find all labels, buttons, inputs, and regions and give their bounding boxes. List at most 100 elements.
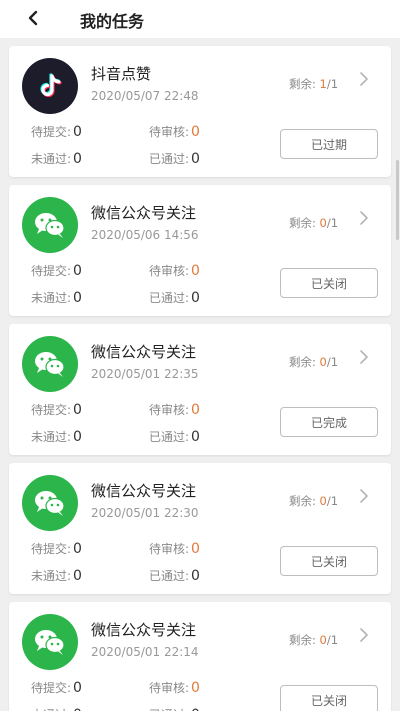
- chevron-right-icon[interactable]: [356, 349, 372, 365]
- stat-value: 0: [191, 263, 200, 279]
- task-time: 2020/05/01 22:35: [91, 367, 199, 381]
- stat-label: 未通过:: [31, 569, 72, 583]
- remain-done: 1: [319, 77, 327, 91]
- remain-count: 剩余: 1/1: [289, 76, 338, 92]
- task-card[interactable]: 微信公众号关注 2020/05/06 14:56 剩余: 0/1 待提交: 0 待审核: 0…: [9, 185, 391, 316]
- stat-value: 0: [73, 680, 82, 696]
- wechat-icon: [22, 475, 78, 531]
- stat-label: 待提交:: [31, 403, 72, 417]
- stat-passed: 已通过:0: [149, 567, 200, 584]
- task-title: 微信公众号关注: [91, 343, 197, 361]
- stat-value: 0: [73, 402, 82, 418]
- task-title: 微信公众号关注: [91, 482, 197, 500]
- stat-label: 待提交:: [31, 125, 72, 139]
- remain-label: 剩余:: [289, 77, 316, 91]
- remain-total: /1: [326, 494, 339, 508]
- stat-submit-pending: 待提交: 0: [31, 262, 82, 279]
- stat-review-pending: 待审核: 0: [149, 262, 200, 279]
- task-card[interactable]: 微信公众号关注 2020/05/01 22:14 剩余: 0/1 待提交: 0 待审核: 0…: [9, 602, 391, 711]
- remain-count: 剩余: 0/1: [289, 354, 338, 370]
- remain-total: /1: [326, 77, 339, 91]
- chevron-right-icon[interactable]: [356, 627, 372, 643]
- remain-count: 剩余: 0/1: [289, 215, 338, 231]
- status-button[interactable]: 已完成: [280, 407, 378, 437]
- task-title: 抖音点赞: [91, 65, 152, 83]
- stat-label: 已通过:: [149, 430, 190, 444]
- stat-submit-pending: 待提交: 0: [31, 679, 82, 696]
- task-card[interactable]: 微信公众号关注 2020/05/01 22:30 剩余: 0/1 待提交: 0 待审核: 0…: [9, 463, 391, 594]
- remain-label: 剩余:: [289, 216, 316, 230]
- stat-value: 0: [73, 124, 82, 140]
- stat-value: 0: [191, 707, 200, 711]
- remain-total: /1: [326, 355, 339, 369]
- scrollbar[interactable]: [396, 160, 399, 240]
- status-button[interactable]: 已关闭: [280, 268, 378, 298]
- stat-not-passed: 未通过:0: [31, 428, 82, 445]
- stat-submit-pending: 待提交: 0: [31, 540, 82, 557]
- stat-label: 已通过:: [149, 291, 190, 305]
- stat-review-pending: 待审核: 0: [149, 401, 200, 418]
- stat-passed: 已通过:0: [149, 428, 200, 445]
- stat-value: 0: [73, 290, 82, 306]
- wechat-icon: [22, 336, 78, 392]
- task-time: 2020/05/07 22:48: [91, 89, 199, 103]
- chevron-right-icon[interactable]: [356, 488, 372, 504]
- wechat-icon: [22, 197, 78, 253]
- stat-review-pending: 待审核: 0: [149, 540, 200, 557]
- remain-total: /1: [326, 633, 339, 647]
- stat-value: 0: [191, 151, 200, 167]
- task-card[interactable]: 抖音点赞 2020/05/07 22:48 剩余: 1/1 待提交: 0 待审核: 0 未通过…: [9, 46, 391, 177]
- status-button[interactable]: 已过期: [280, 129, 378, 159]
- remain-done: 0: [319, 216, 327, 230]
- stat-label: 未通过:: [31, 152, 72, 166]
- stat-value: 0: [73, 541, 82, 557]
- stat-label: 待提交:: [31, 542, 72, 556]
- task-time: 2020/05/01 22:30: [91, 506, 199, 520]
- header-bar: 我的任务: [0, 0, 400, 38]
- stat-review-pending: 待审核: 0: [149, 123, 200, 140]
- stat-label: 未通过:: [31, 430, 72, 444]
- status-button[interactable]: 已关闭: [280, 546, 378, 576]
- stat-not-passed: 未通过:0: [31, 706, 82, 711]
- stat-not-passed: 未通过:0: [31, 150, 82, 167]
- status-button[interactable]: 已关闭: [280, 685, 378, 711]
- remain-label: 剩余:: [289, 633, 316, 647]
- stat-value: 0: [191, 541, 200, 557]
- stat-label: 待审核:: [149, 542, 190, 556]
- task-list[interactable]: 抖音点赞 2020/05/07 22:48 剩余: 1/1 待提交: 0 待审核: 0 未通过…: [0, 38, 400, 711]
- wechat-icon: [22, 614, 78, 670]
- stat-passed: 已通过:0: [149, 289, 200, 306]
- stat-value: 0: [191, 680, 200, 696]
- chevron-right-icon[interactable]: [356, 71, 372, 87]
- stat-value: 0: [191, 124, 200, 140]
- chevron-left-icon[interactable]: [24, 9, 42, 27]
- stat-review-pending: 待审核: 0: [149, 679, 200, 696]
- stat-value: 0: [191, 429, 200, 445]
- stat-submit-pending: 待提交: 0: [31, 123, 82, 140]
- stat-label: 未通过:: [31, 291, 72, 305]
- stat-passed: 已通过:0: [149, 150, 200, 167]
- task-time: 2020/05/01 22:14: [91, 645, 199, 659]
- stat-value: 0: [73, 429, 82, 445]
- task-title: 微信公众号关注: [91, 621, 197, 639]
- stat-submit-pending: 待提交: 0: [31, 401, 82, 418]
- stat-value: 0: [73, 568, 82, 584]
- tiktok-icon: [22, 58, 78, 114]
- stat-not-passed: 未通过:0: [31, 289, 82, 306]
- chevron-right-icon[interactable]: [356, 210, 372, 226]
- task-title: 微信公众号关注: [91, 204, 197, 222]
- remain-count: 剩余: 0/1: [289, 493, 338, 509]
- remain-label: 剩余:: [289, 494, 316, 508]
- remain-label: 剩余:: [289, 355, 316, 369]
- stat-value: 0: [191, 290, 200, 306]
- stat-label: 已通过:: [149, 569, 190, 583]
- stat-label: 待审核:: [149, 681, 190, 695]
- stat-passed: 已通过:0: [149, 706, 200, 711]
- stat-value: 0: [73, 151, 82, 167]
- stat-value: 0: [191, 568, 200, 584]
- task-card[interactable]: 微信公众号关注 2020/05/01 22:35 剩余: 0/1 待提交: 0 待审核: 0…: [9, 324, 391, 455]
- stat-label: 待审核:: [149, 264, 190, 278]
- stat-label: 已通过:: [149, 152, 190, 166]
- remain-done: 0: [319, 494, 327, 508]
- stat-label: 待提交:: [31, 264, 72, 278]
